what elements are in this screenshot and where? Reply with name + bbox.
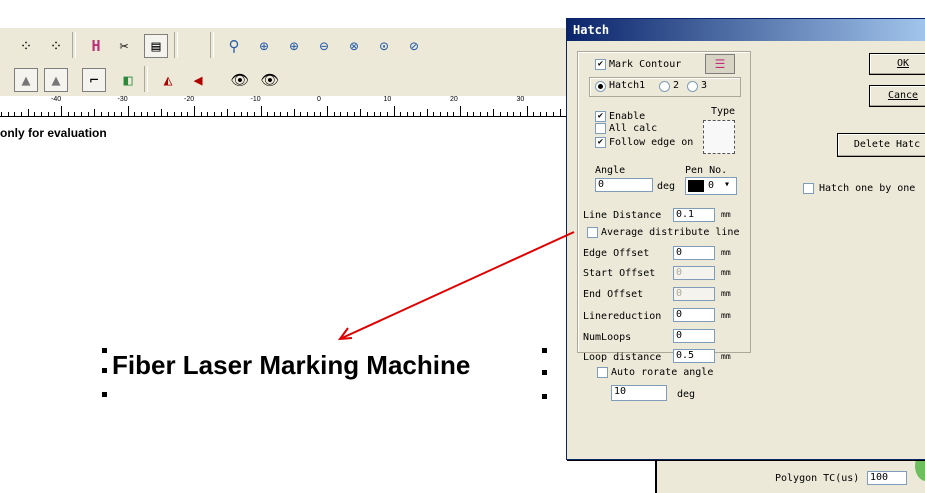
annotation-arrow xyxy=(337,231,575,341)
